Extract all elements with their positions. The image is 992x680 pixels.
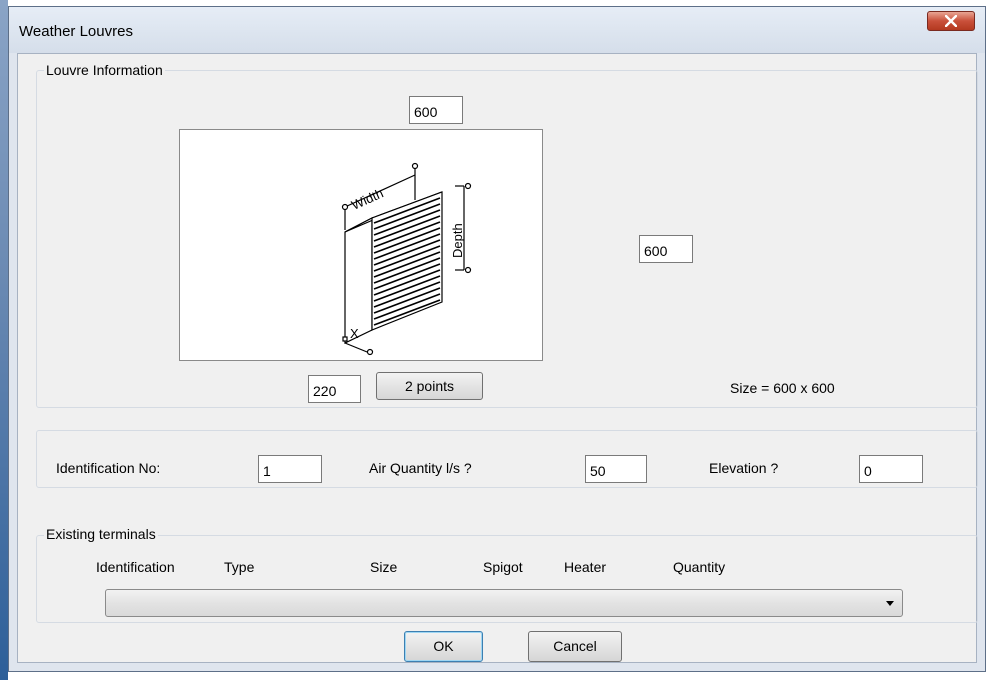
width-dimension-label: Width [349,186,385,213]
weather-louvres-dialog: Weather Louvres Louvre Information 600 W… [8,6,986,672]
identification-no-label: Identification No: [56,460,161,476]
column-header-heater: Heater [564,559,607,575]
width-input[interactable] [409,96,463,124]
cancel-label: Cancel [553,638,597,654]
existing-terminals-dropdown[interactable] [105,589,903,617]
window-title: Weather Louvres [19,23,133,40]
close-button[interactable] [927,11,975,31]
column-header-spigot: Spigot [483,559,523,575]
depth-dimension-label: Depth [450,223,465,258]
cancel-button[interactable]: Cancel [528,631,622,662]
elevation-label: Elevation ? [709,460,779,476]
louvre-illustration: Width Depth X [341,162,472,356]
chevron-down-icon[interactable] [886,601,894,606]
air-quantity-label: Air Quantity l/s ? [369,460,472,476]
air-quantity-input[interactable] [585,455,647,483]
ok-button[interactable]: OK [404,631,483,662]
louvre-information-label: Louvre Information [44,62,165,78]
two-points-button[interactable]: 2 points [376,372,483,400]
column-header-identification: Identification [96,559,175,575]
x-dimension-label: X [350,326,359,341]
louvre-diagram: Width Depth X [179,129,543,361]
x-input[interactable] [308,375,361,403]
column-header-size: Size [370,559,398,575]
column-header-type: Type [224,559,255,575]
background-window-edge [0,0,8,680]
ok-label: OK [433,638,454,654]
existing-terminals-label: Existing terminals [44,526,158,542]
dialog-client-area: Louvre Information 600 Width Depth X 600… [17,53,978,663]
two-points-label: 2 points [404,378,455,394]
column-header-quantity: Quantity [673,559,726,575]
parameters-group [36,430,978,488]
elevation-input[interactable] [859,455,923,483]
identification-no-input[interactable] [258,455,322,483]
title-bar[interactable]: Weather Louvres [9,7,985,53]
depth-input[interactable] [639,235,693,263]
size-text: Size = 600 x 600 [730,380,835,396]
close-icon [945,15,957,27]
